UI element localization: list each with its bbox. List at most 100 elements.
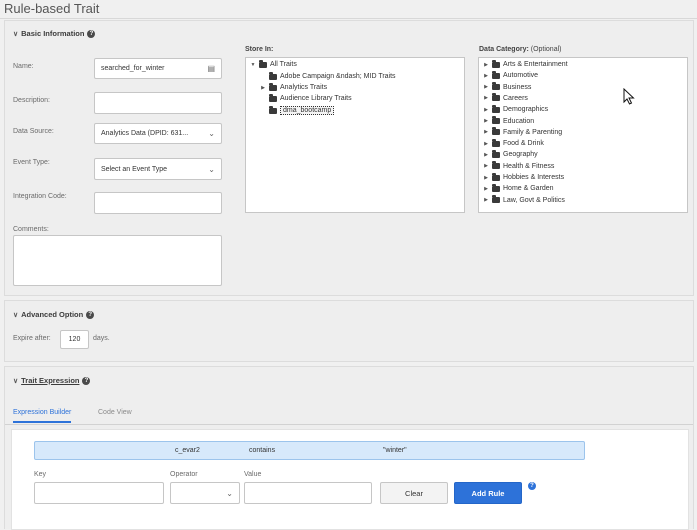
folder-icon xyxy=(269,82,277,91)
trait-expression-section: ∨ Trait Expression ? Expression Builder … xyxy=(4,366,694,530)
folder-icon xyxy=(492,161,500,170)
advanced-option-heading: Advanced Option xyxy=(21,310,84,319)
chevron-down-icon: ⌄ xyxy=(208,129,215,138)
expand-triangle-icon[interactable]: ▶ xyxy=(483,197,489,203)
advanced-option-header[interactable]: ∨ Advanced Option ? xyxy=(13,310,95,319)
basic-information-section: ∨ Basic Information ? Name: searched_for… xyxy=(4,20,694,296)
expand-triangle-icon[interactable]: ▶ xyxy=(483,84,489,90)
chevron-down-icon[interactable]: ∨ xyxy=(13,377,18,385)
expand-triangle-icon[interactable]: ▶ xyxy=(483,152,489,158)
tree-node-label: All Traits xyxy=(270,61,297,68)
tree-node-dma-bootcamp[interactable]: dma_bootcamp xyxy=(260,105,335,115)
folder-icon xyxy=(492,149,500,158)
value-input[interactable] xyxy=(244,482,372,504)
add-rule-button[interactable]: Add Rule xyxy=(454,482,522,504)
folder-icon xyxy=(492,172,500,181)
category-item-label: Family & Parenting xyxy=(503,128,563,136)
expand-triangle-icon[interactable]: ▶ xyxy=(483,129,489,135)
category-item-label: Careers xyxy=(503,94,528,102)
expand-triangle-icon[interactable]: ▶ xyxy=(483,118,489,124)
category-item-label: Automotive xyxy=(503,72,539,80)
expand-triangle-icon[interactable]: ▶ xyxy=(483,186,489,192)
chevron-down-icon[interactable]: ∨ xyxy=(13,30,18,38)
info-icon[interactable]: ? xyxy=(528,482,536,490)
category-item-label: Business xyxy=(503,83,532,91)
category-item[interactable]: ▶ Home & Garden xyxy=(483,183,554,193)
expand-triangle-icon[interactable]: ▶ xyxy=(483,175,489,181)
category-item-label: Hobbies & Interests xyxy=(503,174,565,181)
category-item[interactable]: ▶ Education xyxy=(483,116,534,125)
category-item[interactable]: ▶ Family & Parenting xyxy=(483,127,563,136)
chevron-down-icon: ⌄ xyxy=(226,488,233,498)
description-input[interactable] xyxy=(94,92,222,114)
tree-node-analytics-traits[interactable]: ▶ Analytics Traits xyxy=(260,82,328,91)
category-item[interactable]: ▶ Food & Drink xyxy=(483,138,544,147)
category-item[interactable]: ▶ Health & Fitness xyxy=(483,161,554,170)
category-item-label: Law, Govt & Politics xyxy=(503,196,565,204)
data-category-optional: (Optional) xyxy=(530,46,562,53)
data-category-tree[interactable]: ▶ Arts & Entertainment ▶ Automotive ▶ Busines… xyxy=(478,57,688,213)
tree-node-label: Analytics Traits xyxy=(280,84,328,91)
expression-operator: contains xyxy=(249,447,276,454)
description-label: Description: xyxy=(13,97,50,104)
folder-icon xyxy=(492,116,500,124)
event-type-value: Select an Event Type xyxy=(101,165,168,173)
tree-node-all-traits[interactable]: ▼ All Traits xyxy=(250,59,297,68)
category-item[interactable]: ▶ Careers xyxy=(483,93,528,102)
category-item[interactable]: ▶ Law, Govt & Politics xyxy=(483,195,565,204)
collapse-triangle-icon[interactable]: ▼ xyxy=(250,62,256,68)
folder-icon xyxy=(492,82,500,91)
expire-unit: days. xyxy=(93,335,110,342)
integration-code-input[interactable] xyxy=(94,192,222,214)
event-type-select[interactable]: Select an Event Type ⌄ xyxy=(94,158,222,180)
folder-icon xyxy=(492,59,500,68)
comments-textarea[interactable] xyxy=(13,235,222,286)
expand-triangle-icon[interactable]: ▶ xyxy=(483,73,489,79)
key-input[interactable] xyxy=(34,482,164,504)
tree-node-adobe-campaign[interactable]: Adobe Campaign &ndash; MID Traits xyxy=(260,71,396,80)
category-item[interactable]: ▶ Arts & Entertainment xyxy=(483,59,568,68)
expand-triangle-icon[interactable]: ▶ xyxy=(483,95,489,101)
category-item[interactable]: ▶ Business xyxy=(483,82,532,91)
tab-code-view[interactable]: Code View xyxy=(98,409,132,416)
store-in-tree[interactable]: ▼ All Traits Adobe Campaign &ndash; MID … xyxy=(245,57,465,213)
operator-select[interactable]: ⌄ xyxy=(170,482,240,504)
expire-days-input[interactable]: 120 xyxy=(60,330,89,349)
category-item[interactable]: ▶ Demographics xyxy=(483,104,548,113)
tab-expression-builder[interactable]: Expression Builder xyxy=(13,409,72,423)
folder-icon xyxy=(492,104,500,113)
basic-information-header[interactable]: ∨ Basic Information ? xyxy=(13,29,96,38)
comments-label: Comments: xyxy=(13,226,49,233)
data-category-label: Data Category: xyxy=(479,46,529,53)
tab-divider xyxy=(5,424,693,425)
expand-triangle-icon[interactable]: ▶ xyxy=(483,107,489,113)
help-icon[interactable]: ? xyxy=(82,376,91,385)
chevron-down-icon[interactable]: ∨ xyxy=(13,311,18,319)
mouse-cursor-icon xyxy=(623,88,635,105)
folder-icon xyxy=(269,71,277,80)
category-item[interactable]: ▶ Hobbies & Interests xyxy=(483,172,565,181)
tree-node-label: dma_bootcamp xyxy=(280,106,335,115)
expand-triangle-icon[interactable]: ▶ xyxy=(483,141,489,147)
tree-node-audience-library[interactable]: Audience Library Traits xyxy=(260,93,352,102)
expand-triangle-icon[interactable]: ▶ xyxy=(260,85,266,91)
expression-rule-bar[interactable]: c_evar2 contains "winter" xyxy=(34,441,585,460)
key-label: Key xyxy=(34,471,47,478)
expand-triangle-icon[interactable]: ▶ xyxy=(483,62,489,68)
store-in-label: Store In: xyxy=(245,46,274,53)
folder-icon xyxy=(492,195,500,204)
help-icon[interactable]: ? xyxy=(86,310,95,319)
clear-button[interactable]: Clear xyxy=(380,482,448,504)
category-item[interactable]: ▶ Geography xyxy=(483,149,538,158)
advanced-option-section: ∨ Advanced Option ? Expire after: 120 da… xyxy=(4,300,694,362)
folder-icon xyxy=(492,70,500,79)
expand-triangle-icon[interactable]: ▶ xyxy=(483,163,489,169)
folder-icon xyxy=(492,183,500,192)
data-source-select[interactable]: Analytics Data (DPID: 631... ⌄ xyxy=(94,123,222,144)
folder-icon xyxy=(492,127,500,136)
trait-expression-header[interactable]: ∨ Trait Expression ? xyxy=(13,376,91,385)
category-item[interactable]: ▶ Automotive xyxy=(483,70,539,80)
category-item-label: Home & Garden xyxy=(503,185,554,193)
name-input[interactable]: searched_for_winter ▤ xyxy=(94,58,222,79)
help-icon[interactable]: ? xyxy=(87,29,96,38)
